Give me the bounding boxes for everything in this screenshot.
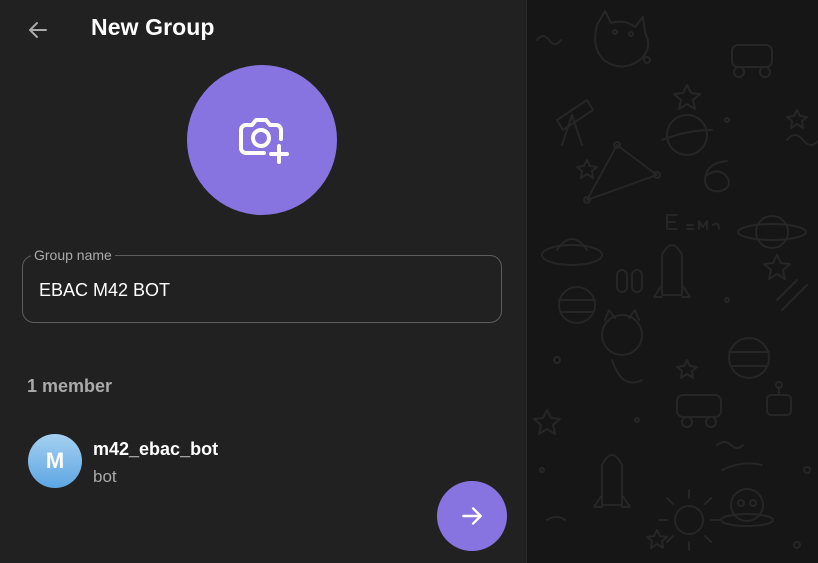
members-count: 1 member [27,376,113,396]
avatar: M [28,434,82,488]
new-group-panel: New Group Group name 1 member M m42_ebac… [0,0,527,563]
back-button[interactable] [18,10,58,50]
member-name: m42_ebac_bot [93,439,219,459]
group-name-label: Group name [31,247,115,263]
doodle-pattern-icon [533,10,818,551]
chat-background [527,0,818,563]
page-title: New Group [91,14,215,40]
add-group-photo-button[interactable] [187,65,337,215]
next-button[interactable] [437,481,507,551]
header: New Group [0,0,526,58]
arrow-right-icon [462,507,482,525]
group-name-input[interactable] [39,276,479,304]
member-status: bot [93,467,117,486]
list-item[interactable]: M m42_ebac_bot bot [12,424,512,498]
group-name-field: Group name [22,247,502,323]
camera-add-icon [239,118,289,164]
app-window: New Group Group name 1 member M m42_ebac… [0,0,818,563]
arrow-left-icon [29,22,47,38]
